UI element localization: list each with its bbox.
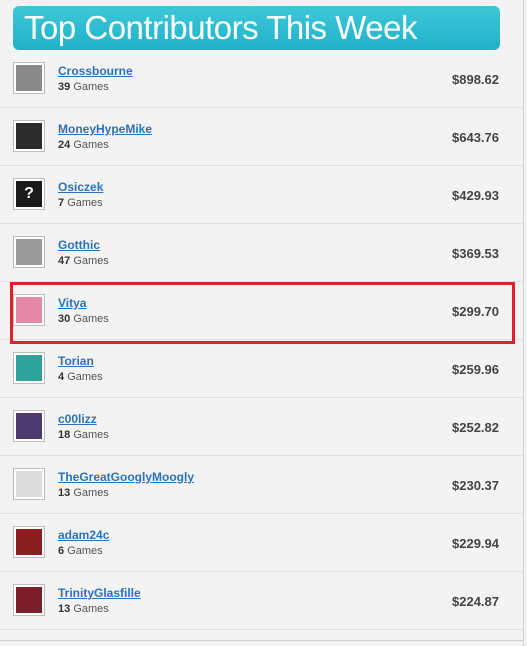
bottom-divider	[0, 640, 523, 641]
contribution-amount: $229.94	[452, 536, 499, 551]
contributor-row: TrinityGlasfille 13 Games $224.87	[0, 572, 523, 630]
avatar-image	[16, 413, 42, 439]
contributor-name-link[interactable]: Crossbourne	[58, 64, 133, 78]
contributor-name-link[interactable]: Torian	[58, 354, 94, 368]
games-label: Games	[73, 603, 109, 615]
games-label: Games	[67, 371, 103, 383]
contribution-amount: $898.62	[452, 72, 499, 87]
games-count: 30 Games	[58, 313, 109, 325]
contributor-row: Gotthic 47 Games $369.53	[0, 224, 523, 282]
games-number: 18	[58, 429, 71, 441]
games-label: Games	[73, 429, 109, 441]
games-count: 4 Games	[58, 371, 103, 383]
teal-hair-avatar-icon[interactable]	[13, 352, 45, 384]
avatar-image	[16, 355, 42, 381]
red-hair-avatar-icon[interactable]	[13, 584, 45, 616]
contributor-name-link[interactable]: Gotthic	[58, 238, 100, 252]
games-label: Games	[73, 313, 109, 325]
contributor-name-link[interactable]: adam24c	[58, 528, 109, 542]
games-label: Games	[67, 197, 103, 209]
contributor-row: TheGreatGooglyMoogly 13 Games $230.37	[0, 456, 523, 514]
games-number: 13	[58, 487, 71, 499]
contributor-row: Crossbourne 39 Games $898.62	[0, 50, 523, 108]
skull-avatar-icon[interactable]	[13, 62, 45, 94]
games-label: Games	[73, 255, 109, 267]
games-number: 39	[58, 81, 71, 93]
games-number: 7	[58, 197, 65, 209]
purple-character-avatar-icon[interactable]	[13, 410, 45, 442]
contributor-name-link[interactable]: TrinityGlasfille	[58, 586, 141, 600]
contributor-row: MoneyHypeMike 24 Games $643.76	[0, 108, 523, 166]
avatar-image	[16, 65, 42, 91]
avatar-image: ?	[16, 181, 42, 207]
contribution-amount: $230.37	[452, 478, 499, 493]
avatar-image	[16, 239, 42, 265]
dark-blob-avatar-icon[interactable]	[13, 120, 45, 152]
games-label: Games	[73, 487, 109, 499]
games-count: 18 Games	[58, 429, 109, 441]
contribution-amount: $224.87	[452, 594, 499, 609]
contribution-amount: $429.93	[452, 188, 499, 203]
avatar-image	[16, 297, 42, 323]
games-number: 13	[58, 603, 71, 615]
games-number: 24	[58, 139, 71, 151]
games-label: Games	[67, 545, 103, 557]
contributor-name-link[interactable]: Vitya	[58, 296, 86, 310]
contributor-name-link[interactable]: TheGreatGooglyMoogly	[58, 470, 194, 484]
games-number: 4	[58, 371, 65, 383]
section-title: Top Contributors This Week	[24, 9, 417, 46]
contributor-row: adam24c 6 Games $229.94	[0, 514, 523, 572]
games-count: 7 Games	[58, 197, 103, 209]
games-label: Games	[73, 81, 109, 93]
contributors-list: Crossbourne 39 Games $898.62 MoneyHypeMi…	[0, 50, 523, 630]
contribution-amount: $369.53	[452, 246, 499, 261]
games-count: 6 Games	[58, 545, 103, 557]
games-count: 13 Games	[58, 487, 109, 499]
grey-character-avatar-icon[interactable]	[13, 236, 45, 268]
contributor-row: ? Osiczek 7 Games $429.93	[0, 166, 523, 224]
question-mark-avatar-icon[interactable]: ?	[13, 178, 45, 210]
contribution-amount: $259.96	[452, 362, 499, 377]
anime-girl-avatar-icon[interactable]	[13, 294, 45, 326]
games-number: 30	[58, 313, 71, 325]
contribution-amount: $299.70	[452, 304, 499, 319]
avatar-image	[16, 123, 42, 149]
section-header: Top Contributors This Week	[13, 6, 500, 50]
games-count: 39 Games	[58, 81, 109, 93]
games-count: 13 Games	[58, 603, 109, 615]
games-count: 24 Games	[58, 139, 109, 151]
contribution-amount: $643.76	[452, 130, 499, 145]
avatar-image	[16, 529, 42, 555]
games-count: 47 Games	[58, 255, 109, 267]
contributor-row: Torian 4 Games $259.96	[0, 340, 523, 398]
contributor-name-link[interactable]: MoneyHypeMike	[58, 122, 152, 136]
games-number: 6	[58, 545, 65, 557]
contributor-row-highlighted: Vitya 30 Games $299.70	[0, 282, 523, 340]
contributor-row: c00lizz 18 Games $252.82	[0, 398, 523, 456]
avatar-image	[16, 587, 42, 613]
sketch-avatar-icon[interactable]	[13, 468, 45, 500]
contribution-amount: $252.82	[452, 420, 499, 435]
games-number: 47	[58, 255, 71, 267]
right-divider	[523, 0, 524, 646]
games-label: Games	[73, 139, 109, 151]
avatar-image	[16, 471, 42, 497]
contributor-name-link[interactable]: c00lizz	[58, 412, 97, 426]
contributor-name-link[interactable]: Osiczek	[58, 180, 103, 194]
red-armor-avatar-icon[interactable]	[13, 526, 45, 558]
